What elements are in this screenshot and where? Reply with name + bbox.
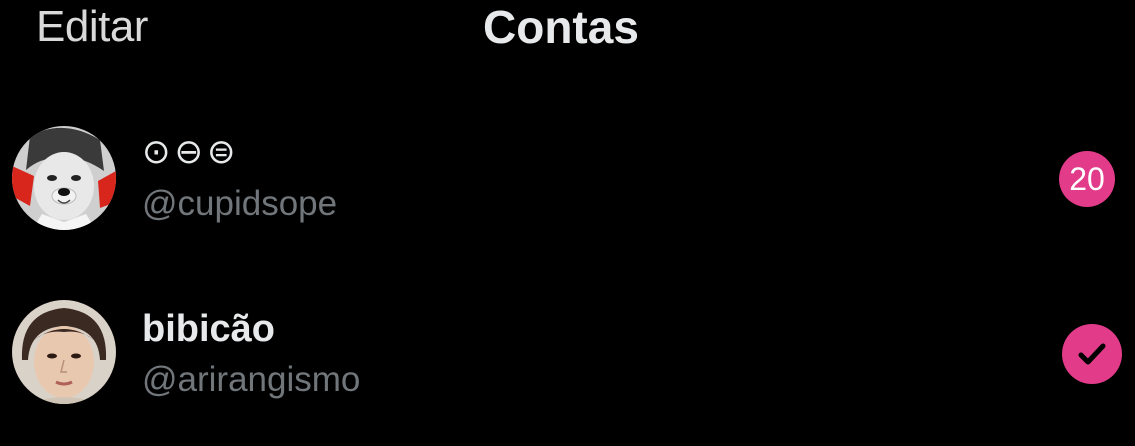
account-row-arirangismo[interactable]: bibicão @arirangismo	[0, 300, 1135, 410]
account-display-name: ⊙⊖⊜	[142, 133, 240, 171]
header-bar: Editar Contas	[0, 0, 1135, 60]
selected-check-icon	[1062, 324, 1122, 384]
notification-count-badge: 20	[1059, 151, 1115, 207]
account-handle: @cupidsope	[142, 184, 338, 223]
account-handle: @arirangismo	[142, 360, 361, 399]
account-display-name: bibicão	[142, 308, 276, 350]
avatar	[12, 300, 116, 404]
account-row-cupidsope[interactable]: ⊙⊖⊜ @cupidsope 20	[0, 126, 1135, 236]
edit-button[interactable]: Editar	[36, 2, 148, 52]
dog-filter-avatar-icon	[12, 126, 116, 230]
portrait-avatar-icon	[12, 300, 116, 404]
avatar	[12, 126, 116, 230]
page-title: Contas	[483, 1, 639, 53]
